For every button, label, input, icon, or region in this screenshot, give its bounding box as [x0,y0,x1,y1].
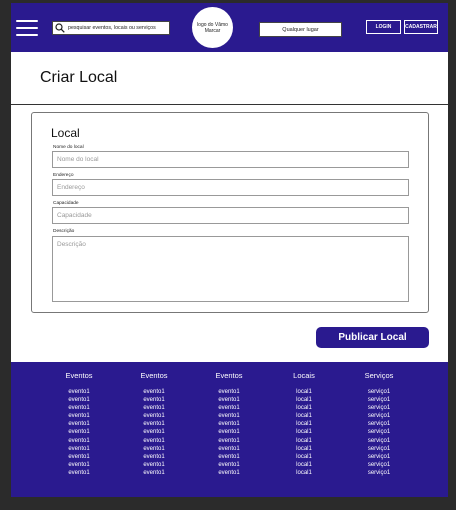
footer-link[interactable]: evento1 [49,445,109,453]
footer-link[interactable]: evento1 [199,437,259,445]
footer-column-title: Eventos [65,371,93,380]
footer-link[interactable]: evento1 [124,388,184,396]
capacity-label: Capacidade [53,201,79,206]
footer-column-title: Eventos [140,371,168,380]
footer-link[interactable]: evento1 [199,404,259,412]
footer-link[interactable]: evento1 [124,445,184,453]
footer-column-events: Eventos evento1 evento1 evento1 evento1 … [199,371,259,477]
footer-link[interactable]: evento1 [49,437,109,445]
footer-link[interactable]: local1 [274,388,334,396]
footer-link[interactable]: serviço1 [349,396,409,404]
footer-link[interactable]: evento1 [124,469,184,477]
description-textarea[interactable]: Descrição [52,236,409,302]
footer-link[interactable]: local1 [274,469,334,477]
title-bar: Criar Local [11,52,448,105]
location-selector[interactable]: Qualquer lugar [259,22,342,37]
description-label: Descrição [53,229,75,234]
footer-link[interactable]: evento1 [124,396,184,404]
footer-link[interactable]: evento1 [124,412,184,420]
footer-link[interactable]: evento1 [199,396,259,404]
footer-link[interactable]: serviço1 [349,461,409,469]
footer-link[interactable]: evento1 [199,453,259,461]
signup-button[interactable]: CADASTRAR [404,20,438,34]
footer: Eventos evento1 evento1 evento1 evento1 … [11,362,448,497]
footer-link[interactable]: evento1 [199,445,259,453]
footer-link[interactable]: evento1 [199,428,259,436]
footer-column-events: Eventos evento1 evento1 evento1 evento1 … [124,371,184,477]
footer-link[interactable]: evento1 [124,453,184,461]
footer-column-services: Serviços serviço1 serviço1 serviço1 serv… [349,371,409,477]
footer-link[interactable]: evento1 [49,396,109,404]
footer-link[interactable]: evento1 [199,461,259,469]
login-button[interactable]: LOGIN [366,20,401,34]
footer-column-title: Locais [293,371,315,380]
footer-column-title: Eventos [215,371,243,380]
footer-link[interactable]: local1 [274,420,334,428]
footer-link[interactable]: local1 [274,461,334,469]
footer-link[interactable]: evento1 [199,412,259,420]
footer-link[interactable]: evento1 [49,388,109,396]
menu-icon[interactable] [16,20,38,36]
search-input[interactable]: pesquisar eventos, locais ou serviços [52,21,170,35]
footer-link[interactable]: evento1 [49,461,109,469]
footer-link[interactable]: evento1 [124,404,184,412]
name-placeholder: Nome do local [57,156,99,163]
footer-link[interactable]: local1 [274,428,334,436]
capacity-input[interactable]: Capacidade [52,207,409,224]
footer-link[interactable]: evento1 [124,420,184,428]
footer-link[interactable]: serviço1 [349,453,409,461]
form-title: Local [51,126,80,140]
header: pesquisar eventos, locais ou serviços lo… [11,3,448,52]
search-icon [55,23,65,33]
footer-link[interactable]: evento1 [124,428,184,436]
footer-link[interactable]: serviço1 [349,469,409,477]
search-placeholder: pesquisar eventos, locais ou serviços [68,25,156,31]
footer-link[interactable]: serviço1 [349,437,409,445]
footer-column-title: Serviços [364,371,394,380]
footer-link[interactable]: local1 [274,396,334,404]
footer-link[interactable]: evento1 [49,404,109,412]
footer-link[interactable]: evento1 [49,453,109,461]
address-label: Endereço [53,173,74,178]
footer-link[interactable]: evento1 [49,469,109,477]
footer-link[interactable]: evento1 [49,428,109,436]
footer-link[interactable]: evento1 [49,420,109,428]
footer-link[interactable]: evento1 [124,461,184,469]
footer-link[interactable]: serviço1 [349,412,409,420]
footer-link[interactable]: local1 [274,445,334,453]
footer-link[interactable]: serviço1 [349,445,409,453]
footer-link[interactable]: evento1 [199,388,259,396]
footer-link[interactable]: local1 [274,404,334,412]
footer-link[interactable]: serviço1 [349,388,409,396]
page-title: Criar Local [40,69,118,86]
page-frame: pesquisar eventos, locais ou serviços lo… [11,3,448,497]
footer-column-events: Eventos evento1 evento1 evento1 evento1 … [49,371,109,477]
footer-link[interactable]: evento1 [199,420,259,428]
footer-link[interactable]: evento1 [124,437,184,445]
footer-link[interactable]: evento1 [49,412,109,420]
footer-link[interactable]: local1 [274,453,334,461]
location-label: Qualquer lugar [282,26,319,33]
footer-link[interactable]: serviço1 [349,420,409,428]
publish-location-button[interactable]: Publicar Local [316,327,429,348]
footer-link[interactable]: evento1 [199,469,259,477]
description-placeholder: Descrição [57,241,86,248]
logo-text: logo do Vâmo Marcar [197,21,228,34]
address-placeholder: Endereço [57,184,85,191]
location-form: Local Nome do local Nome do local Endere… [31,112,429,313]
capacity-placeholder: Capacidade [57,212,92,219]
footer-link[interactable]: serviço1 [349,404,409,412]
name-input[interactable]: Nome do local [52,151,409,168]
footer-link[interactable]: local1 [274,437,334,445]
footer-column-locations: Locais local1 local1 local1 local1 local… [274,371,334,477]
name-label: Nome do local [53,145,84,150]
footer-link[interactable]: local1 [274,412,334,420]
address-input[interactable]: Endereço [52,179,409,196]
footer-link[interactable]: serviço1 [349,428,409,436]
logo[interactable]: logo do Vâmo Marcar [192,7,233,48]
